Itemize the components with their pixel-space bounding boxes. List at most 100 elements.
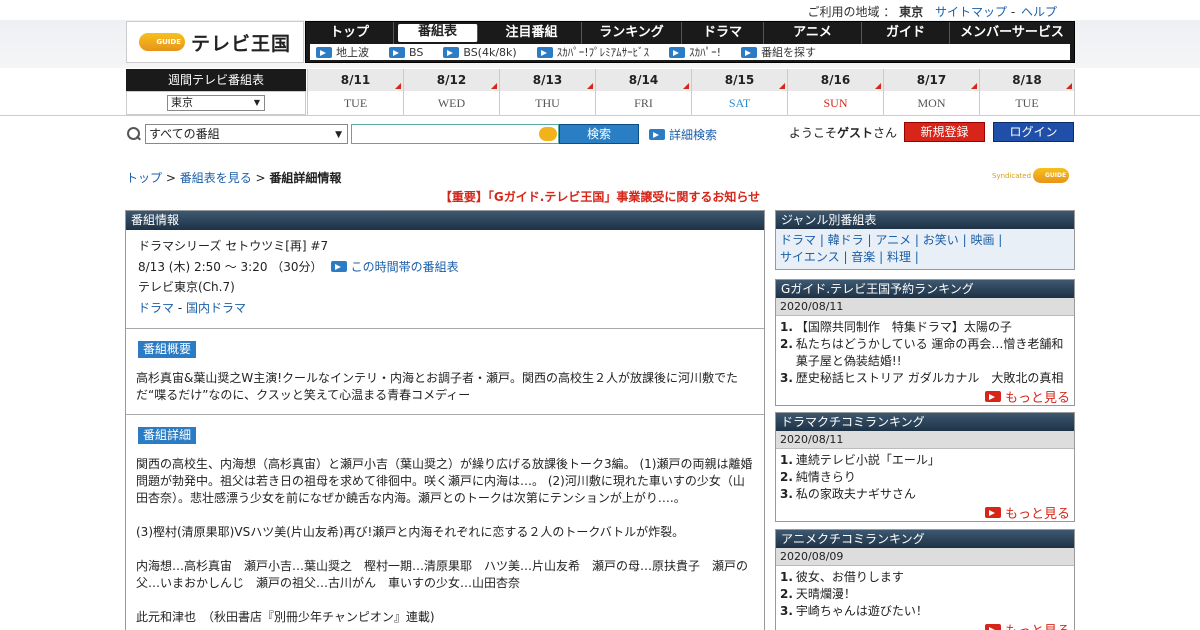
nav-top[interactable]: トップ bbox=[306, 22, 394, 44]
day-weekday: SAT bbox=[692, 91, 787, 115]
ranking-item[interactable]: 2. 天晴爛漫！ bbox=[780, 586, 1070, 603]
program-time: 8/13 (木) 2:50 ～ 3:20 （30分） bbox=[138, 259, 323, 274]
syndicated-guide-logo: Syndicated GUIDE bbox=[992, 168, 1070, 183]
nav-drama[interactable]: ドラマ bbox=[682, 22, 764, 44]
arrow-icon bbox=[443, 46, 460, 58]
util-sep: - bbox=[1010, 5, 1016, 19]
genre-link-domestic-drama[interactable]: 国内ドラマ bbox=[186, 301, 246, 315]
more-link[interactable]: もっと見る bbox=[776, 620, 1074, 630]
arrow-icon bbox=[741, 46, 758, 58]
breadcrumb: トップ > 番組表を見る > 番組詳細情報 bbox=[126, 171, 342, 185]
nav-guide[interactable]: ガイド bbox=[862, 22, 950, 44]
day-weekday: MON bbox=[884, 91, 979, 115]
day-tab[interactable]: 8/17 MON bbox=[883, 69, 979, 115]
breadcrumb-schedule[interactable]: 番組表を見る bbox=[180, 171, 252, 185]
day-weekday: TUE bbox=[308, 91, 403, 115]
ranking-item[interactable]: 1. 【国際共同制作 特集ドラマ】太陽の子 bbox=[780, 319, 1070, 336]
search-icon bbox=[126, 126, 142, 142]
day-tab[interactable]: 8/14 FRI bbox=[595, 69, 691, 115]
arrow-icon bbox=[984, 506, 1001, 518]
arrow-icon bbox=[330, 261, 347, 273]
ranking-item[interactable]: 2. 純情きらり bbox=[780, 469, 1070, 486]
genre-links[interactable]: ドラマ | 韓ドラ | アニメ | お笑い | 映画 | サイエンス | 音楽 |… bbox=[776, 229, 1074, 269]
sub-nav-search-program[interactable]: 番組を探す bbox=[741, 44, 816, 60]
ranking-date: 2020/08/09 bbox=[776, 548, 1074, 566]
nav-anime[interactable]: アニメ bbox=[764, 22, 862, 44]
day-tab[interactable]: 8/13 THU bbox=[499, 69, 595, 115]
breadcrumb-current: 番組詳細情報 bbox=[269, 171, 342, 185]
nav-ranking[interactable]: ランキング bbox=[582, 22, 682, 44]
time-slot-link[interactable]: この時間帯の番組表 bbox=[330, 257, 459, 278]
ranking-list: 1. 【国際共同制作 特集ドラマ】太陽の子 2. 私たちはどうかしている 運命の再会… bbox=[776, 316, 1074, 387]
ranking-item[interactable]: 1. 彼女、お借りします bbox=[780, 569, 1070, 586]
anime-ranking-box: アニメクチコミランキング 2020/08/09 1. 彼女、お借りします 2. 天晴… bbox=[775, 529, 1075, 630]
day-weekday: FRI bbox=[596, 91, 691, 115]
sub-nav-bs4k[interactable]: BS(4k/8k) bbox=[443, 46, 517, 59]
sub-nav-skyperfect[interactable]: ｽｶﾊﾟｰ! bbox=[669, 44, 721, 60]
register-button[interactable]: 新規登録 bbox=[904, 122, 985, 142]
login-button[interactable]: ログイン bbox=[993, 122, 1074, 142]
day-weekday: THU bbox=[500, 91, 595, 115]
day-tab[interactable]: 8/12 WED bbox=[403, 69, 499, 115]
nav-featured[interactable]: 注目番組 bbox=[482, 22, 582, 44]
day-date: 8/12 bbox=[404, 69, 499, 91]
detail-text: 此元和津也 （秋田書店『別冊少年チャンピオン』連載) bbox=[136, 610, 435, 624]
arrow-icon bbox=[669, 46, 686, 58]
area-label: ご利用の地域 ： bbox=[807, 5, 896, 19]
sitemap-link[interactable]: サイトマップ bbox=[935, 5, 1007, 19]
day-tabs: 8/11 TUE 8/12 WED 8/13 THU 8/14 FRI 8/15 SAT … bbox=[307, 69, 1075, 115]
day-tab[interactable]: 8/15 SAT bbox=[691, 69, 787, 115]
day-tab[interactable]: 8/16 SUN bbox=[787, 69, 883, 115]
area-select[interactable]: 東京 bbox=[167, 95, 265, 111]
ranking-date: 2020/08/11 bbox=[776, 298, 1074, 316]
day-date: 8/13 bbox=[500, 69, 595, 91]
day-weekday: WED bbox=[404, 91, 499, 115]
help-link[interactable]: ヘルプ bbox=[1021, 5, 1057, 19]
ranking-item[interactable]: 3. 私の家政夫ナギサさん bbox=[780, 486, 1070, 503]
arrow-icon bbox=[984, 623, 1001, 630]
ranking-list: 1. 彼女、お借りします 2. 天晴爛漫！ 3. 宇崎ちゃんは遊びたい！ bbox=[776, 566, 1074, 620]
day-date: 8/16 bbox=[788, 69, 883, 91]
important-notice-link[interactable]: 【重要】「Gガイド.テレビ王国」事業譲受に関するお知らせ bbox=[0, 188, 1200, 205]
program-channel: テレビ東京(Ch.7) bbox=[138, 280, 235, 294]
weekly-schedule-header: 週間テレビ番組表 bbox=[126, 69, 306, 91]
day-tab[interactable]: 8/11 TUE bbox=[307, 69, 403, 115]
detail-tag: 番組詳細 bbox=[138, 427, 197, 444]
breadcrumb-top[interactable]: トップ bbox=[126, 171, 162, 185]
summary-text: 高杉真宙&葉山奨之W主演!クールなインテリ・内海とお調子者・瀬戸。関西の高校生２… bbox=[136, 371, 739, 402]
day-tab[interactable]: 8/18 TUE bbox=[979, 69, 1075, 115]
day-date: 8/15 bbox=[692, 69, 787, 91]
more-link[interactable]: もっと見る bbox=[776, 387, 1074, 406]
arrow-icon bbox=[984, 390, 1001, 402]
day-weekday: SUN bbox=[788, 91, 883, 115]
ranking-item[interactable]: 3. 宇崎ちゃんは遊びたい！ bbox=[780, 603, 1070, 620]
search-category-select[interactable]: すべての番組 bbox=[145, 124, 348, 144]
search-bar: すべての番組 検索 詳細検索 bbox=[126, 124, 717, 144]
site-logo[interactable]: GUIDE テレビ王国 bbox=[126, 21, 304, 63]
search-button[interactable]: 検索 bbox=[559, 124, 639, 144]
search-input[interactable] bbox=[351, 124, 559, 144]
detail-text: 関西の高校生、内海想（高杉真宙）と瀬戸小吉（葉山奨之）が繰り広げる放課後トーク3… bbox=[136, 457, 753, 505]
arrow-icon bbox=[536, 46, 553, 58]
nav-schedule[interactable]: 番組表 bbox=[398, 24, 478, 42]
ranking-header: アニメクチコミランキング bbox=[776, 530, 1074, 548]
area-select-wrap: 東京 bbox=[126, 91, 306, 115]
nav-member[interactable]: メンバーサービス bbox=[950, 22, 1074, 44]
sub-nav-bs[interactable]: BS bbox=[389, 46, 423, 59]
advanced-search-link[interactable]: 詳細検索 bbox=[649, 126, 717, 143]
detail-text: (3)樫村(清原果耶)VSハツ美(片山友希)再び!瀬戸と内海それぞれに恋する２人… bbox=[136, 525, 685, 539]
genre-link-drama[interactable]: ドラマ bbox=[138, 301, 174, 315]
ranking-item[interactable]: 2. 私たちはどうかしている 運命の再会…憎き老舗和菓子屋と偽装結婚!! bbox=[780, 336, 1070, 370]
ranking-item[interactable]: 1. 連続テレビ小説「エール」 bbox=[780, 452, 1070, 469]
program-info: ドラマシリーズ セトウツミ[再] #7 8/13 (木) 2:50 ～ 3:20… bbox=[126, 230, 764, 329]
arrow-icon bbox=[389, 46, 405, 58]
g-guide-logo-icon: GUIDE bbox=[138, 33, 185, 51]
ranking-item[interactable]: 3. 歴史秘話ヒストリア ガダルカナル 大敗北の真相 bbox=[780, 370, 1070, 387]
sub-nav-terrestrial[interactable]: 地上波 bbox=[316, 44, 369, 60]
detail-text: 内海想…高杉真宙 瀬戸小吉…葉山奨之 樫村一期…清原果耶 ハツ美…片山友希 瀬戸… bbox=[136, 559, 749, 590]
sub-nav-skyperfect-premium[interactable]: ｽｶﾊﾟｰ!ﾌﾟﾚﾐｱﾑｻｰﾋﾞｽ bbox=[536, 44, 649, 60]
utility-bar: ご利用の地域 ： 東京 サイトマップ - ヘルプ bbox=[807, 3, 1057, 20]
ranking-list: 1. 連続テレビ小説「エール」 2. 純情きらり 3. 私の家政夫ナギサさん bbox=[776, 449, 1074, 503]
more-link[interactable]: もっと見る bbox=[776, 503, 1074, 522]
day-weekday: TUE bbox=[980, 91, 1074, 115]
